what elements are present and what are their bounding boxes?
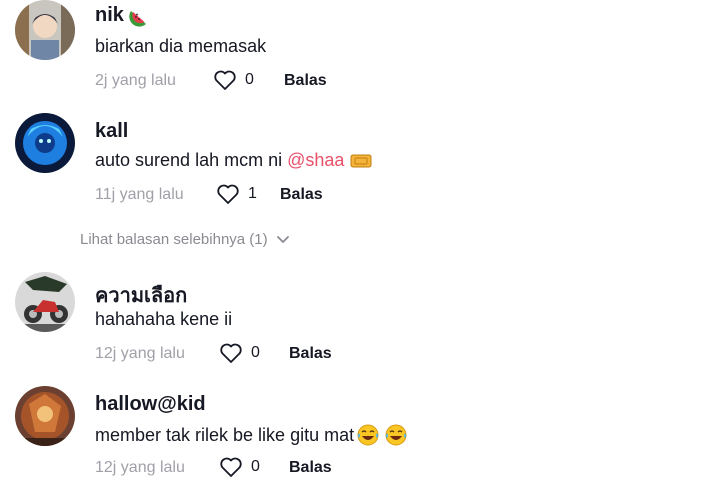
username-text: hallow@kid bbox=[95, 393, 206, 415]
comment-timestamp: 12j yang lalu bbox=[95, 459, 185, 476]
comment-text: member tak rilek be like gitu mat bbox=[95, 423, 408, 447]
like-button[interactable]: 1 bbox=[216, 183, 257, 205]
comment-text: hahahaha kene ii bbox=[95, 309, 232, 330]
comment-text: auto surend lah mcm ni @shaa bbox=[95, 150, 372, 171]
heart-icon bbox=[214, 70, 236, 90]
like-count: 0 bbox=[251, 458, 260, 475]
avatar[interactable] bbox=[15, 113, 75, 173]
comment-timestamp: 11j yang lalu bbox=[95, 186, 184, 203]
reply-button[interactable]: Balas bbox=[284, 72, 327, 90]
heart-icon bbox=[217, 184, 239, 204]
like-button[interactable]: 0 bbox=[219, 342, 260, 364]
username[interactable]: nik bbox=[95, 4, 150, 27]
comment-text-body: auto surend lah mcm ni bbox=[95, 150, 283, 170]
view-more-replies-label: Lihat balasan selebihnya (1) bbox=[80, 231, 268, 248]
username-text: kall bbox=[95, 120, 129, 142]
avatar[interactable] bbox=[15, 272, 75, 332]
laughing-tears-icon bbox=[385, 424, 407, 446]
watermelon-icon bbox=[129, 10, 146, 27]
view-more-replies-button[interactable]: Lihat balasan selebihnya (1) bbox=[80, 231, 290, 248]
comment-timestamp: 2j yang lalu bbox=[95, 72, 176, 89]
comment-text: biarkan dia memasak bbox=[95, 36, 266, 57]
reply-button[interactable]: Balas bbox=[289, 345, 332, 363]
reply-button[interactable]: Balas bbox=[289, 459, 332, 477]
reply-button[interactable]: Balas bbox=[280, 186, 323, 204]
like-count: 0 bbox=[245, 71, 254, 88]
username[interactable]: ความเลือก bbox=[95, 279, 187, 311]
ticket-icon bbox=[350, 154, 372, 167]
comment-text-body: member tak rilek be like gitu mat bbox=[95, 424, 355, 445]
like-count: 1 bbox=[248, 185, 257, 202]
like-button[interactable]: 0 bbox=[219, 456, 260, 478]
username-text: ความเลือก bbox=[95, 285, 188, 307]
heart-icon bbox=[220, 343, 242, 363]
laughing-tears-icon bbox=[357, 424, 379, 446]
avatar[interactable] bbox=[15, 0, 75, 60]
comment-timestamp: 12j yang lalu bbox=[95, 345, 185, 362]
username-text: nik bbox=[95, 4, 124, 26]
avatar[interactable] bbox=[15, 386, 75, 446]
username[interactable]: hallow@kid bbox=[95, 393, 206, 416]
chevron-down-icon bbox=[276, 235, 289, 243]
heart-icon bbox=[220, 457, 242, 477]
comment-text-body: hahahaha kene ii bbox=[95, 309, 233, 329]
mention-link[interactable]: @shaa bbox=[287, 150, 344, 171]
username[interactable]: kall bbox=[95, 120, 128, 143]
comment-text-body: biarkan dia memasak bbox=[95, 36, 267, 56]
like-count: 0 bbox=[251, 344, 260, 361]
like-button[interactable]: 0 bbox=[213, 69, 254, 91]
